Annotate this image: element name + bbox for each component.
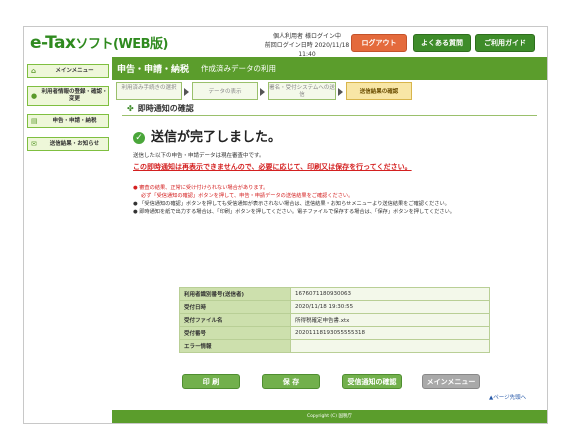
sidebar-item-user-info[interactable]: ● 利用者情報の登録・確認・変更 [27,86,109,106]
clover-icon: ✤ [127,104,134,113]
note-item: 必ず「受信通知の確認」ボタンを押して、申告・申請データの送信結果をご確認ください… [141,193,354,199]
table-row: 受付ファイル名 所得税確定申告書.xtx [179,313,490,327]
sidebar-item-main-menu[interactable]: ⌂ メインメニュー [27,64,109,78]
table-row: 受付番号 20201118193055555318 [179,326,490,340]
section-title: ✤ 即時通知の確認 [127,104,194,113]
print-button[interactable]: 印 刷 [182,374,240,389]
page-top-link[interactable]: ▲ページ先頭へ [489,393,526,401]
sidebar-item-filing[interactable]: ▤ 申告・申請・納税 [27,114,109,128]
completion-message: ✓ 送信が完了しました。 [133,126,281,145]
note-item: ● 「受信通知の確認」ボタンを押しても受信通知が表示されない場合は、送信結果・お… [133,201,450,207]
table-row: エラー情報 [179,339,490,353]
faq-button[interactable]: よくある質問 [413,34,471,52]
warning-text: この即時通知は再表示できませんので、必要に応じて、印刷又は保存を行ってください。 [133,163,412,171]
lead-text: 送信した以下の申告・申請データは現在審査中です。 [133,153,265,159]
user-icon: ● [31,92,38,100]
receipt-info-table: 利用者識別番号(送信者) 1676071180930063 受付日時 2020/11… [179,287,490,353]
header: e-Taxソフト(WEB版) 個人利用者 様ログイン中 前回ログイン日時 202… [24,27,547,61]
notes-list: ● 審査の結果、正常に受け付けられない場合があります。 必ず「受信通知の確認」ボ… [133,184,455,216]
note-item: ● 審査の結果、正常に受け付けられない場合があります。 [133,185,269,191]
table-row: 受付日時 2020/11/18 19:30:55 [179,300,490,314]
section-divider [122,115,537,116]
save-button[interactable]: 保 存 [262,374,320,389]
document-icon: ▤ [31,117,38,125]
footer: Copyright (C) 国税庁 [112,410,547,423]
sidebar: ⌂ メインメニュー ● 利用者情報の登録・確認・変更 ▤ 申告・申請・納税 ✉ … [24,61,112,423]
login-info: 個人利用者 様ログイン中 前回ログイン日時 2020/11/18 11:40 [262,32,352,59]
checkmark-icon: ✓ [133,131,145,144]
content-area: ✤ 即時通知の確認 ✓ 送信が完了しました。 送信した以下の申告・申請データは現在審… [112,57,547,423]
sidebar-item-results[interactable]: ✉ 送信結果・お知らせ [27,137,109,151]
receipt-check-button[interactable]: 受信通知の確認 [342,374,402,389]
main-menu-button[interactable]: メインメニュー [422,374,480,389]
table-row: 利用者識別番号(送信者) 1676071180930063 [179,287,490,301]
home-icon: ⌂ [31,67,37,75]
logout-button[interactable]: ログアウト [351,34,407,52]
login-status: 個人利用者 様ログイン中 [273,33,341,40]
note-item: ● 即時通知を紙で出力する場合は、「印刷」ボタンを押してください。電子ファイルで… [133,209,455,215]
guide-button[interactable]: ご利用ガイド [475,34,535,52]
app-logo: e-Taxソフト(WEB版) [30,33,168,53]
app-window: e-Taxソフト(WEB版) 個人利用者 様ログイン中 前回ログイン日時 202… [23,26,548,424]
mail-icon: ✉ [31,140,37,148]
